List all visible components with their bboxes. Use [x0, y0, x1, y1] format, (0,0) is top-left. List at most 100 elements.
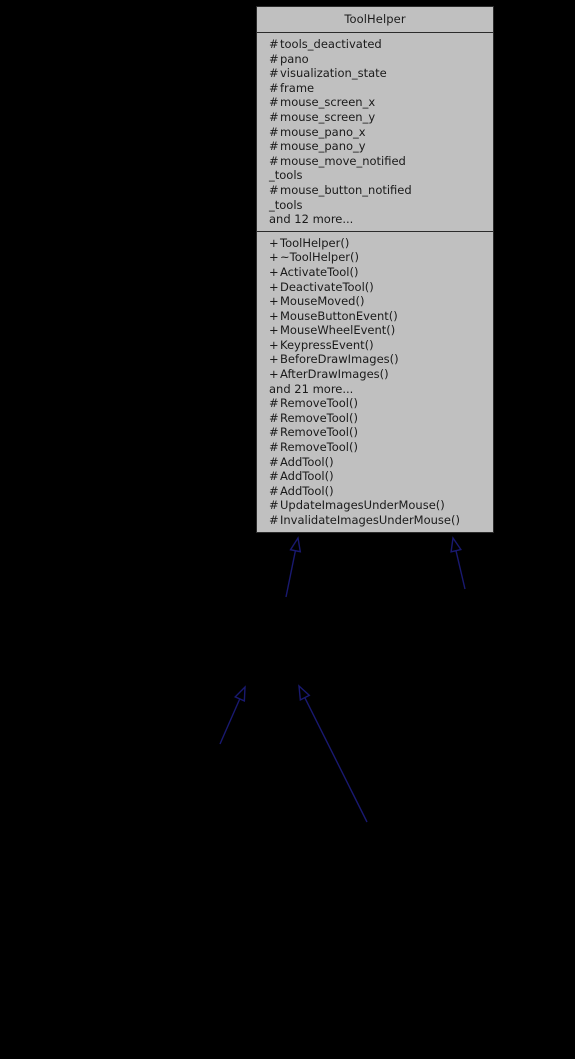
member-label: RemoveTool()	[280, 410, 358, 425]
member-label: ActivateTool()	[280, 264, 359, 279]
method-row: +ToolHelper()	[257, 236, 493, 251]
attribute-row: #visualization_state	[257, 66, 493, 81]
inheritance-arrowhead	[289, 536, 302, 553]
inheritance-arrowhead	[450, 536, 462, 553]
attribute-row-continuation: _tools	[257, 168, 493, 183]
arrow-lower-left	[219, 685, 246, 745]
visibility-marker: +	[269, 308, 279, 323]
visibility-marker: #	[269, 109, 279, 124]
attribute-row: #pano	[257, 52, 493, 67]
method-row-protected: #InvalidateImagesUnderMouse()	[257, 513, 493, 528]
member-label: mouse_move_notified	[280, 153, 406, 168]
visibility-marker: #	[269, 483, 279, 498]
attribute-row: #mouse_pano_y	[257, 139, 493, 154]
visibility-marker: #	[269, 124, 279, 139]
inheritance-arrowhead	[233, 685, 246, 702]
class-diagram-canvas: ToolHelper #tools_deactivated #pano #visua…	[0, 0, 575, 1059]
member-label: DeactivateTool()	[280, 279, 374, 294]
member-label-continuation: _tools	[269, 197, 303, 212]
arrow-lower-right	[298, 684, 368, 823]
member-label: InvalidateImagesUnderMouse()	[280, 513, 460, 527]
attribute-row: #frame	[257, 81, 493, 96]
member-label: RemoveTool()	[280, 425, 358, 440]
member-label: visualization_state	[280, 66, 387, 81]
visibility-marker: +	[269, 367, 279, 382]
member-label: AfterDrawImages()	[280, 367, 389, 382]
method-row-protected: #RemoveTool()	[257, 440, 493, 455]
attribute-row: #mouse_screen_x	[257, 95, 493, 110]
member-label: ToolHelper()	[280, 235, 350, 250]
more-label: and 12 more...	[269, 212, 354, 227]
member-label: tools_deactivated	[280, 37, 382, 51]
method-row: +MouseWheelEvent()	[257, 323, 493, 338]
method-row: +MouseMoved()	[257, 294, 493, 309]
member-label: RemoveTool()	[280, 396, 358, 411]
method-row-protected: #UpdateImagesUnderMouse()	[257, 498, 493, 513]
method-row: +ActivateTool()	[257, 265, 493, 280]
visibility-marker: #	[269, 37, 279, 51]
visibility-marker: #	[269, 513, 279, 527]
visibility-marker: +	[269, 337, 279, 352]
member-label: mouse_pano_y	[280, 139, 366, 154]
visibility-marker: +	[269, 264, 279, 279]
attributes-more-row: and 12 more...	[257, 212, 493, 227]
visibility-marker: +	[269, 323, 279, 338]
attribute-row-continuation: _tools	[257, 198, 493, 213]
more-label: and 21 more...	[269, 381, 354, 396]
method-row-protected: #RemoveTool()	[257, 396, 493, 411]
method-row: +DeactivateTool()	[257, 280, 493, 295]
member-label: pano	[280, 51, 309, 66]
visibility-marker: #	[269, 95, 279, 110]
member-label: BeforeDrawImages()	[280, 352, 399, 367]
attributes-compartment: #tools_deactivated #pano #visualization_st…	[257, 33, 493, 232]
inheritance-line	[304, 697, 368, 823]
member-label: AddTool()	[280, 454, 334, 469]
visibility-marker: +	[269, 294, 279, 309]
method-row-protected: #AddTool()	[257, 455, 493, 470]
method-row: +~ToolHelper()	[257, 250, 493, 265]
method-row: +MouseButtonEvent()	[257, 309, 493, 324]
visibility-marker: #	[269, 51, 279, 66]
method-row: +KeypressEvent()	[257, 338, 493, 353]
visibility-marker: #	[269, 454, 279, 469]
visibility-marker: #	[269, 425, 279, 440]
member-label: frame	[280, 80, 315, 95]
member-label: MouseWheelEvent()	[280, 323, 396, 338]
visibility-marker: #	[269, 80, 279, 95]
visibility-marker: #	[269, 469, 279, 484]
attribute-row: #mouse_move_notified	[257, 154, 493, 169]
visibility-marker: #	[269, 182, 279, 197]
inheritance-arrowhead	[298, 684, 311, 701]
method-row: +AfterDrawImages()	[257, 367, 493, 382]
method-row-protected: #AddTool()	[257, 484, 493, 499]
inheritance-line	[455, 550, 466, 590]
visibility-marker: #	[269, 153, 279, 168]
member-label: mouse_screen_x	[280, 95, 376, 110]
method-row-protected: #RemoveTool()	[257, 411, 493, 426]
methods-compartment: +ToolHelper() +~ToolHelper() +ActivateTool…	[257, 232, 493, 532]
member-label: mouse_pano_x	[280, 124, 366, 139]
uml-class-toolhelper[interactable]: ToolHelper #tools_deactivated #pano #visua…	[256, 6, 494, 533]
visibility-marker: #	[269, 139, 279, 154]
visibility-marker: #	[269, 410, 279, 425]
arrow-upper-left	[285, 536, 302, 598]
visibility-marker: +	[269, 352, 279, 367]
member-label: mouse_screen_y	[280, 109, 376, 124]
class-name-header: ToolHelper	[257, 7, 493, 33]
inheritance-line	[285, 550, 297, 598]
member-label: MouseMoved()	[280, 294, 365, 309]
visibility-marker: +	[269, 235, 279, 250]
attribute-row: #mouse_button_notified	[257, 183, 493, 198]
method-row-protected: #RemoveTool()	[257, 425, 493, 440]
method-row-protected: #AddTool()	[257, 469, 493, 484]
visibility-marker: +	[269, 279, 279, 294]
visibility-marker: #	[269, 66, 279, 81]
member-label: ~ToolHelper()	[280, 250, 359, 265]
attribute-row: #mouse_screen_y	[257, 110, 493, 125]
visibility-marker: +	[269, 250, 279, 265]
attribute-row: #tools_deactivated	[257, 37, 493, 52]
member-label: RemoveTool()	[280, 440, 358, 455]
member-label: mouse_button_notified	[280, 182, 412, 197]
member-label: KeypressEvent()	[280, 337, 374, 352]
visibility-marker: #	[269, 396, 279, 411]
